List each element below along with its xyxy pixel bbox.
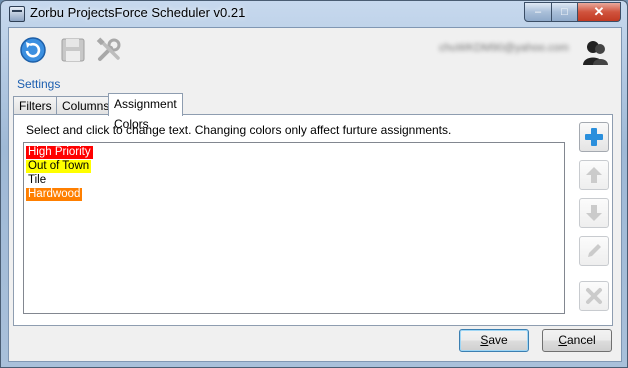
delete-button[interactable]: [579, 281, 609, 311]
move-down-button[interactable]: [579, 198, 609, 228]
arrow-down-icon: [586, 205, 602, 221]
close-icon: ✕: [593, 4, 605, 19]
cancel-mnemonic: C: [558, 333, 567, 347]
client-area: chuWKDM90@yahoo.com Settings Filters Col…: [8, 27, 622, 362]
list-item-tile[interactable]: Tile: [26, 174, 49, 187]
tab-assignment-colors[interactable]: Assignment Colors: [108, 93, 183, 131]
minimize-icon: –: [534, 6, 542, 18]
list-item-out-of-town[interactable]: Out of Town: [26, 160, 92, 173]
assignment-color-list[interactable]: High Priority Out of Town Tile Hardwood: [23, 142, 565, 314]
toolbar: chuWKDM90@yahoo.com: [9, 28, 621, 72]
window-title: Zorbu ProjectsForce Scheduler v0.21: [30, 5, 246, 20]
minimize-button[interactable]: –: [524, 2, 552, 22]
refresh-icon[interactable]: [19, 36, 47, 64]
arrow-up-icon: [586, 167, 602, 183]
app-window: Zorbu ProjectsForce Scheduler v0.21 – □ …: [0, 0, 628, 368]
user-email: chuWKDM90@yahoo.com: [439, 42, 569, 54]
save-disk-icon[interactable]: [59, 36, 87, 64]
list-item-high-priority[interactable]: High Priority: [26, 146, 93, 159]
move-up-button[interactable]: [579, 160, 609, 190]
user-icon[interactable]: [581, 38, 609, 66]
pencil-icon: [588, 244, 601, 257]
add-button[interactable]: [579, 122, 609, 152]
instruction-text: Select and click to change text. Changin…: [26, 123, 452, 137]
tools-icon[interactable]: [95, 36, 123, 64]
assignment-colors-panel: Select and click to change text. Changin…: [13, 114, 613, 326]
maximize-button[interactable]: □: [552, 2, 578, 22]
app-icon: [9, 6, 25, 22]
tab-columns[interactable]: Columns: [56, 96, 116, 115]
close-button[interactable]: ✕: [578, 2, 621, 22]
save-label: ave: [488, 333, 508, 347]
window-controls: – □ ✕: [524, 2, 621, 22]
list-item-hardwood[interactable]: Hardwood: [26, 188, 83, 201]
edit-button[interactable]: [579, 236, 609, 266]
x-icon: [586, 288, 602, 304]
cancel-label: ancel: [566, 333, 596, 347]
save-button[interactable]: Save: [459, 329, 529, 352]
maximize-icon: □: [561, 6, 568, 18]
cancel-button[interactable]: Cancel: [542, 329, 612, 352]
title-bar[interactable]: Zorbu ProjectsForce Scheduler v0.21 – □ …: [1, 1, 627, 27]
tab-filters[interactable]: Filters: [13, 96, 58, 115]
plus-icon: [585, 128, 603, 146]
settings-link[interactable]: Settings: [17, 77, 60, 91]
